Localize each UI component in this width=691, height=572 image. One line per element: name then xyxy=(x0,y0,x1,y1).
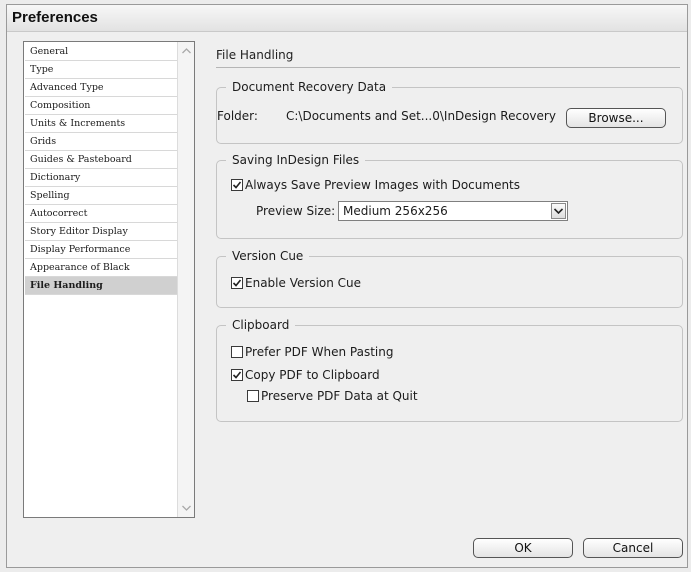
checkmark-icon xyxy=(232,371,242,379)
always-save-preview-option[interactable]: Always Save Preview Images with Document… xyxy=(231,177,520,193)
category-item-type[interactable]: Type xyxy=(25,61,177,79)
window-title: Preferences xyxy=(12,9,98,26)
copy-pdf-checkbox[interactable] xyxy=(231,369,243,381)
version-cue-legend: Version Cue xyxy=(226,248,310,264)
preview-size-value: Medium 256x256 xyxy=(343,204,448,218)
ok-button[interactable]: OK xyxy=(473,538,573,558)
category-item-appearance-of-black[interactable]: Appearance of Black xyxy=(25,259,177,277)
recovery-folder-path: C:\Documents and Set...0\InDesign Recove… xyxy=(286,109,556,123)
category-item-autocorrect[interactable]: Autocorrect xyxy=(25,205,177,223)
category-item-grids[interactable]: Grids xyxy=(25,133,177,151)
category-item-file-handling[interactable]: File Handling xyxy=(25,277,177,295)
cancel-button[interactable]: Cancel xyxy=(583,538,683,558)
preview-size-select[interactable]: Medium 256x256 xyxy=(338,201,568,221)
title-bar[interactable]: Preferences xyxy=(7,5,687,32)
category-item-units-increments[interactable]: Units & Increments xyxy=(25,115,177,133)
category-list-empty-area xyxy=(25,295,177,516)
checkmark-icon xyxy=(232,181,242,189)
clipboard-legend: Clipboard xyxy=(226,317,296,333)
always-save-preview-label: Always Save Preview Images with Document… xyxy=(245,178,521,192)
always-save-preview-checkbox[interactable] xyxy=(231,179,243,191)
category-scrollbar[interactable] xyxy=(177,42,194,517)
category-item-dictionary[interactable]: Dictionary xyxy=(25,169,177,187)
copy-pdf-option[interactable]: Copy PDF to Clipboard xyxy=(231,367,380,383)
document-recovery-legend: Document Recovery Data xyxy=(226,79,393,95)
browse-button[interactable]: Browse... xyxy=(566,108,666,128)
panel-title: File Handling xyxy=(216,48,294,62)
enable-version-cue-option[interactable]: Enable Version Cue xyxy=(231,275,361,291)
enable-version-cue-label: Enable Version Cue xyxy=(245,276,361,290)
saving-files-group: Saving InDesign Files xyxy=(216,152,683,239)
category-list[interactable]: General Type Advanced Type Composition U… xyxy=(23,41,195,518)
saving-files-legend: Saving InDesign Files xyxy=(226,152,366,168)
category-item-display-performance[interactable]: Display Performance xyxy=(25,241,177,259)
panel-title-divider xyxy=(216,67,680,68)
category-item-spelling[interactable]: Spelling xyxy=(25,187,177,205)
scroll-up-arrow-icon[interactable] xyxy=(179,43,193,59)
category-item-advanced-type[interactable]: Advanced Type xyxy=(25,79,177,97)
folder-label: Folder: xyxy=(217,109,258,123)
preserve-pdf-checkbox[interactable] xyxy=(247,390,259,402)
category-item-general[interactable]: General xyxy=(25,43,177,61)
category-item-composition[interactable]: Composition xyxy=(25,97,177,115)
enable-version-cue-checkbox[interactable] xyxy=(231,277,243,289)
dropdown-arrow-icon[interactable] xyxy=(551,203,566,219)
prefer-pdf-checkbox[interactable] xyxy=(231,346,243,358)
preserve-pdf-option[interactable]: Preserve PDF Data at Quit xyxy=(247,388,418,404)
prefer-pdf-option[interactable]: Prefer PDF When Pasting xyxy=(231,344,393,360)
scroll-down-arrow-icon[interactable] xyxy=(179,500,193,516)
preserve-pdf-label: Preserve PDF Data at Quit xyxy=(261,389,418,403)
copy-pdf-label: Copy PDF to Clipboard xyxy=(245,368,380,382)
prefer-pdf-label: Prefer PDF When Pasting xyxy=(245,345,394,359)
checkmark-icon xyxy=(232,279,242,287)
category-item-guides-pasteboard[interactable]: Guides & Pasteboard xyxy=(25,151,177,169)
preview-size-label: Preview Size: xyxy=(256,204,336,218)
category-item-story-editor-display[interactable]: Story Editor Display xyxy=(25,223,177,241)
